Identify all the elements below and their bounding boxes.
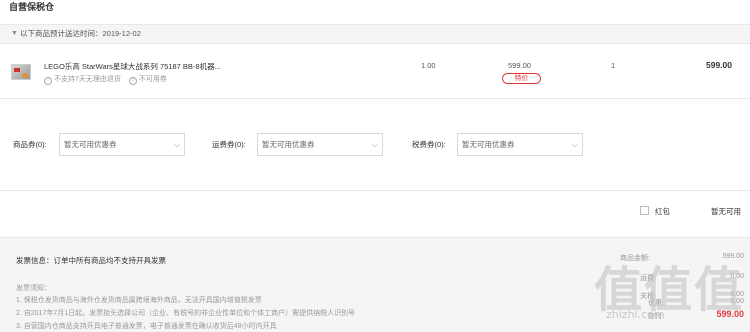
- chevron-down-icon: ⌵: [371, 140, 378, 149]
- warning-icon: !: [44, 77, 52, 85]
- product-name-link[interactable]: LEGO乐高 StarWars星球大战系列 75187 BB-8机器...: [44, 61, 221, 72]
- summary-value: 0.00: [730, 273, 744, 280]
- summary-value: 0.00: [730, 291, 744, 298]
- unit-price: 599.00: [508, 61, 531, 70]
- total-label: 应付:: [648, 313, 664, 320]
- service-item: ? 不可用券: [128, 74, 167, 85]
- service-text: 不可用券: [138, 76, 167, 83]
- tax-coupon-value: 暂无可用优惠券: [462, 140, 515, 149]
- product-services: ! 不支持7天无理由退货 ? 不可用券: [44, 74, 173, 85]
- summary-value: 0.00: [730, 298, 744, 305]
- invoice-notice-title: 发票须知：: [16, 285, 51, 292]
- invoice-info: 发票信息：订单中所有商品均不支持开具发票: [16, 256, 166, 265]
- chevron-down-icon: ⌵: [571, 140, 578, 149]
- chevron-down-icon: ⌵: [173, 140, 180, 149]
- divider: [0, 190, 750, 191]
- product-row: LEGO乐高 StarWars星球大战系列 75187 BB-8机器... ! 不…: [0, 44, 750, 99]
- summary-label: 优惠:: [648, 300, 664, 307]
- goods-coupon-select[interactable]: 暂无可用优惠券 ⌵: [59, 133, 185, 156]
- service-item: ! 不支持7天无理由退货: [44, 74, 121, 85]
- tax-coupon-label: 税费券(0):: [412, 140, 446, 149]
- shipping-coupon-select[interactable]: 暂无可用优惠券 ⌵: [257, 133, 383, 156]
- thumb-detail: [14, 68, 20, 72]
- red-packet-row: 红包 暂无可用: [0, 200, 750, 222]
- shipping-coupon-row: 运费券(0): 暂无可用优惠券 ⌵: [212, 133, 385, 157]
- special-price-badge: 特价: [502, 73, 541, 84]
- shipping-coupon-label: 运费券(0):: [212, 140, 246, 149]
- invoice-notice-item: 1. 保税仓发货商品与海外仓发货商品属跨境海外商品，无法开具国内增值税发票: [16, 297, 262, 304]
- product-thumbnail[interactable]: [11, 64, 31, 80]
- total-amount: 599.00: [716, 309, 744, 319]
- summary-value: 599.00: [722, 253, 744, 260]
- goods-coupon-value: 暂无可用优惠券: [64, 140, 117, 149]
- red-packet-status: 暂无可用: [711, 207, 741, 216]
- product-quantity: 1: [611, 61, 616, 70]
- shipping-coupon-value: 暂无可用优惠券: [262, 140, 315, 149]
- red-packet-checkbox[interactable]: [640, 206, 649, 215]
- delivery-date-label: 以下商品预计送达时间：2019-12-02: [20, 29, 141, 38]
- red-packet-label: 红包: [655, 207, 670, 216]
- tax-coupon-row: 税费券(0): 暂无可用优惠券 ⌵: [412, 133, 587, 157]
- help-icon: ?: [128, 77, 137, 85]
- thumb-detail: [22, 73, 28, 78]
- service-text: 不支持7天无理由退货: [54, 76, 121, 83]
- product-subtotal: 599.00: [706, 60, 732, 70]
- section-title: 自营保税仓: [0, 0, 750, 16]
- goods-coupon-row: 商品券(0): 暂无可用优惠券 ⌵: [13, 133, 186, 157]
- goods-coupon-label: 商品券(0):: [13, 140, 47, 149]
- summary-label: 运费:: [640, 275, 656, 282]
- tax-coupon-select[interactable]: 暂无可用优惠券 ⌵: [457, 133, 583, 156]
- summary-label: 商品金额:: [620, 255, 650, 262]
- invoice-notice-item: 2. 自2017年7月1日起，发票抬头选择公司（企业、有税号的非企业性单位和个体…: [16, 310, 356, 317]
- invoice-notice-item: 3. 自营国内仓商品支持开具电子普通发票，电子普通发票在确认收货后48小时内开具: [16, 323, 277, 330]
- product-weight: 1.00: [421, 61, 436, 70]
- chevron-down-icon[interactable]: ▼: [11, 25, 18, 43]
- delivery-info-bar: ▼ 以下商品预计送达时间：2019-12-02: [0, 24, 750, 44]
- order-footer: 发票信息：订单中所有商品均不支持开具发票 发票须知： 1. 保税仓发货商品与海外…: [0, 237, 750, 332]
